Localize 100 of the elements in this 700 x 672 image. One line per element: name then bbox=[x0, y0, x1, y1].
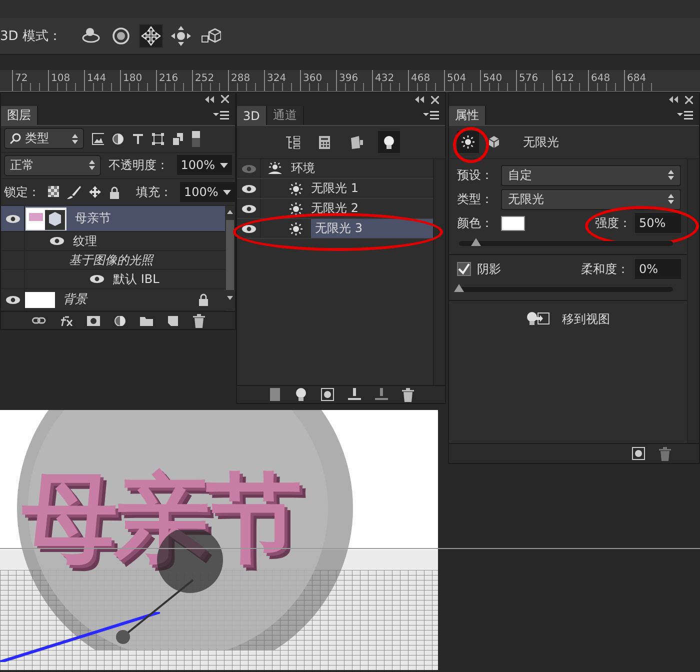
color-swatch[interactable] bbox=[501, 216, 525, 230]
softness-label: 柔和度： bbox=[581, 260, 629, 278]
intensity-slider-thumb[interactable] bbox=[471, 238, 482, 246]
intensity-label: 强度： bbox=[595, 214, 631, 232]
layer-row[interactable]: 基于图像的光照 bbox=[1, 251, 225, 270]
new-layer-icon[interactable] bbox=[166, 316, 178, 326]
trash-icon[interactable] bbox=[659, 446, 671, 460]
lock-icon[interactable] bbox=[109, 186, 120, 199]
mask-icon[interactable] bbox=[86, 316, 100, 326]
softness-field[interactable]: 0% bbox=[635, 259, 681, 279]
link-icon[interactable] bbox=[32, 316, 46, 326]
render-icon[interactable] bbox=[632, 447, 645, 460]
collapse-icon[interactable] bbox=[669, 96, 678, 103]
render-icon[interactable] bbox=[320, 388, 334, 401]
lightbulb-icon[interactable] bbox=[294, 388, 306, 401]
mesh-icon[interactable] bbox=[268, 388, 280, 401]
trash-icon[interactable] bbox=[402, 388, 414, 402]
ruler-label: 324 bbox=[267, 73, 286, 84]
intensity-field[interactable]: 50% bbox=[635, 213, 681, 233]
checkmark-icon bbox=[458, 263, 470, 275]
collapse-icon[interactable] bbox=[415, 96, 424, 103]
filter-toggle[interactable] bbox=[192, 130, 200, 147]
document-icon[interactable] bbox=[172, 132, 184, 145]
close-icon[interactable] bbox=[221, 95, 229, 104]
mode-tool-button[interactable] bbox=[169, 24, 194, 48]
panel-tab[interactable]: 属性 bbox=[449, 106, 486, 125]
menu-icon[interactable] bbox=[213, 110, 229, 120]
trash-icon[interactable] bbox=[192, 314, 204, 328]
mode-button[interactable] bbox=[457, 131, 479, 153]
image-icon[interactable] bbox=[92, 132, 104, 145]
ruler-label: 144 bbox=[87, 73, 106, 84]
type-dropdown[interactable]: 无限光 bbox=[501, 188, 681, 210]
stepper-arrows-icon bbox=[668, 170, 674, 180]
light-to-view-icon bbox=[526, 311, 550, 327]
transform-icon[interactable] bbox=[152, 132, 164, 145]
stepper-arrows-icon bbox=[668, 194, 674, 204]
layer-row[interactable]: 默认 IBL bbox=[1, 270, 225, 290]
ground-drop-icon[interactable] bbox=[348, 388, 360, 401]
shadow-checkbox[interactable] bbox=[457, 262, 471, 276]
fx-icon[interactable] bbox=[60, 316, 72, 326]
mode-label: 3D 模式： bbox=[0, 28, 62, 45]
ruler-label: 540 bbox=[483, 73, 502, 84]
brush-icon[interactable] bbox=[67, 186, 81, 199]
collapse-icon[interactable] bbox=[205, 96, 214, 103]
filter-dropdown[interactable]: 类型 bbox=[4, 128, 84, 150]
filter-button[interactable] bbox=[378, 131, 400, 153]
layer-name: 基于图像的光照 bbox=[69, 252, 153, 269]
panel-title: 无限光 bbox=[523, 134, 559, 150]
panel-tab[interactable]: 图层 bbox=[1, 106, 38, 125]
sun-icon bbox=[289, 222, 303, 236]
sun-icon bbox=[289, 182, 303, 196]
preset-dropdown[interactable]: 自定 bbox=[501, 164, 681, 186]
ruler-label: 504 bbox=[447, 73, 466, 84]
ruler-label: 684 bbox=[627, 73, 646, 84]
folder-icon[interactable] bbox=[140, 316, 152, 326]
close-icon[interactable] bbox=[685, 96, 693, 104]
layer-name: 纹理 bbox=[73, 232, 97, 250]
mode-tool-button[interactable] bbox=[139, 24, 164, 48]
mesh-icon bbox=[318, 136, 332, 148]
scene-item[interactable]: 无限光 1 bbox=[237, 179, 433, 199]
scene-item-name: 无限光 1 bbox=[311, 180, 358, 197]
ruler-label: 612 bbox=[555, 73, 574, 84]
scene-item[interactable]: 环境 bbox=[237, 159, 433, 179]
panel-tab[interactable]: 通道 bbox=[266, 106, 304, 125]
lock-transparent-icon[interactable] bbox=[48, 186, 59, 199]
stepper-arrows-icon bbox=[72, 134, 78, 144]
menu-icon[interactable] bbox=[677, 111, 693, 120]
scene-item-name: 无限光 3 bbox=[311, 219, 433, 238]
softness-slider-thumb[interactable] bbox=[454, 284, 464, 292]
search-icon bbox=[10, 133, 21, 144]
move-icon[interactable] bbox=[89, 186, 101, 199]
shadow-label: 阴影 bbox=[477, 260, 502, 278]
sun-icon bbox=[289, 202, 303, 216]
slide-arrows-icon bbox=[171, 26, 192, 46]
ruler-label: 72 bbox=[15, 73, 28, 84]
ruler-label: 648 bbox=[591, 73, 610, 84]
opacity-label: 不透明度： bbox=[108, 156, 169, 174]
text-tool-icon[interactable] bbox=[132, 132, 144, 145]
drop-to-plane-icon[interactable] bbox=[374, 388, 388, 401]
move-to-view-button[interactable]: 移到视图 bbox=[449, 307, 687, 331]
layer-thumbnail bbox=[25, 292, 55, 308]
panel-tab[interactable]: 3D bbox=[237, 106, 267, 125]
ruler-label: 576 bbox=[519, 73, 538, 84]
roll-icon bbox=[111, 26, 132, 46]
color-label: 颜色： bbox=[457, 214, 494, 232]
layer-row[interactable]: 纹理 bbox=[1, 232, 225, 252]
layer-row[interactable]: 母亲节 bbox=[1, 206, 225, 232]
scene-item[interactable]: 无限光 3 bbox=[237, 219, 433, 239]
half-circle-icon[interactable] bbox=[112, 132, 124, 145]
fill-field[interactable]: 100% bbox=[180, 182, 236, 202]
lightbulb-icon bbox=[382, 136, 396, 148]
opacity-field[interactable]: 100% bbox=[176, 155, 232, 176]
ruler-label: 180 bbox=[123, 73, 142, 84]
blend-mode-dropdown[interactable]: 正常 bbox=[4, 154, 101, 176]
ruler-label: 468 bbox=[411, 73, 430, 84]
menu-icon[interactable] bbox=[423, 111, 439, 120]
ruler-label: 360 bbox=[303, 73, 322, 84]
scene-icon bbox=[286, 136, 300, 148]
close-icon[interactable] bbox=[431, 96, 439, 104]
environment-icon bbox=[267, 162, 283, 176]
